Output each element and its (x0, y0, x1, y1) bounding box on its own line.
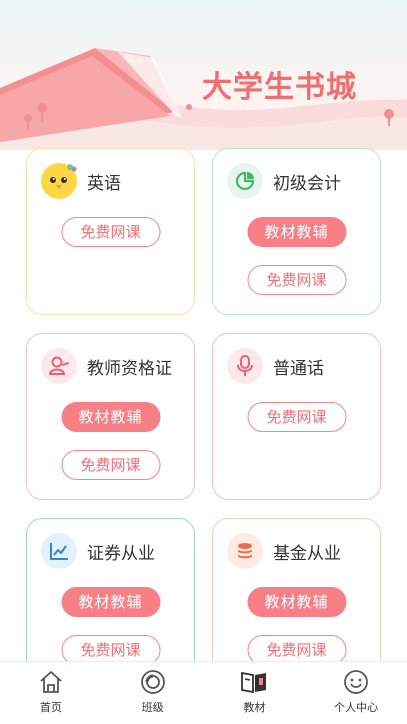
material-button[interactable]: 教材教辅 (247, 217, 346, 247)
tab-textbook[interactable]: 教材 (204, 662, 306, 724)
card-junior-accounting[interactable]: 初级会计 教材教辅 免费网课 (212, 148, 381, 315)
card-title: 普通话 (273, 358, 324, 379)
free-course-button[interactable]: 免费网课 (61, 217, 160, 247)
line-chart-icon (41, 533, 77, 569)
microphone-icon (227, 348, 263, 384)
material-button[interactable]: 教材教辅 (61, 587, 160, 617)
card-teacher-certificate[interactable]: 教师资格证 教材教辅 免费网课 (26, 333, 195, 500)
card-title: 基金从业 (273, 543, 341, 564)
bottom-tab-bar: 首页 班级 教材 个人中心 (0, 661, 407, 724)
book-icon (241, 671, 267, 694)
card-header: 普通话 (227, 348, 324, 384)
card-header: 基金从业 (227, 533, 341, 569)
teacher-icon (41, 348, 77, 384)
free-course-button[interactable]: 免费网课 (247, 265, 346, 295)
card-fund[interactable]: 基金从业 教材教辅 免费网课 (212, 518, 381, 678)
card-title: 教师资格证 (87, 358, 172, 379)
card-header: 英语 (41, 163, 121, 199)
card-header: 初级会计 (227, 163, 341, 199)
free-course-button[interactable]: 免费网课 (61, 450, 160, 480)
free-course-button[interactable]: 免费网课 (247, 402, 346, 432)
material-button[interactable]: 教材教辅 (61, 402, 160, 432)
card-title: 证券从业 (87, 543, 155, 564)
card-title: 英语 (87, 173, 121, 194)
tab-home[interactable]: 首页 (0, 662, 102, 724)
card-title: 初级会计 (273, 173, 341, 194)
tab-label: 班级 (141, 701, 164, 714)
class-icon (140, 670, 165, 694)
coin-stack-icon (227, 533, 263, 569)
chick-mascot-icon (41, 163, 77, 199)
card-header: 证券从业 (41, 533, 155, 569)
banner-title: 大学生书城 (202, 70, 357, 105)
card-securities[interactable]: 证券从业 教材教辅 免费网课 (26, 518, 195, 678)
material-button[interactable]: 教材教辅 (247, 587, 346, 617)
card-mandarin[interactable]: 普通话 免费网课 (212, 333, 381, 500)
tab-label: 个人中心 (334, 701, 379, 714)
home-icon (40, 671, 62, 693)
tab-label: 教材 (243, 701, 266, 714)
tab-class[interactable]: 班级 (102, 662, 204, 724)
banner: 大学生书城 (0, 0, 407, 150)
tab-profile[interactable]: 个人中心 (305, 662, 407, 724)
card-english[interactable]: 英语 免费网课 (26, 148, 195, 315)
pie-chart-icon (227, 163, 263, 199)
smiley-icon (344, 670, 369, 694)
tab-label: 首页 (39, 701, 62, 714)
card-header: 教师资格证 (41, 348, 172, 384)
